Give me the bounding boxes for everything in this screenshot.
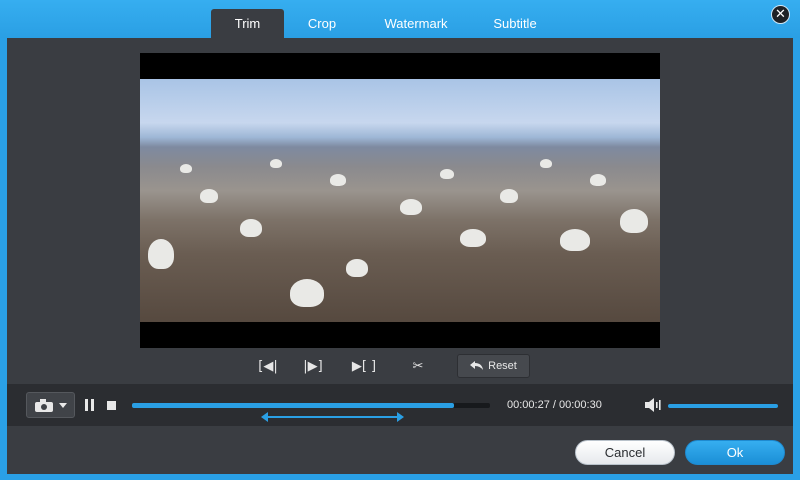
tab-watermark[interactable]: Watermark — [368, 9, 464, 38]
bird-shape — [270, 159, 282, 168]
set-end-button[interactable]: |▶] — [298, 354, 328, 378]
bird-shape — [560, 229, 590, 251]
bird-shape — [200, 189, 218, 203]
play-segment-button[interactable]: ▶[ ] — [346, 354, 382, 378]
video-frame-image — [140, 79, 660, 322]
bird-shape — [346, 259, 368, 277]
camera-icon — [34, 398, 53, 412]
bird-shape — [500, 189, 518, 203]
cut-icon[interactable]: ✂ — [405, 354, 431, 378]
trim-range-line — [264, 416, 401, 418]
tab-bar: Trim Crop Watermark Subtitle ✕ — [0, 0, 800, 38]
reset-label: Reset — [488, 360, 517, 372]
trim-end-handle[interactable] — [397, 412, 405, 422]
video-preview — [140, 53, 660, 348]
bird-shape — [180, 164, 192, 173]
stop-button[interactable] — [107, 401, 116, 410]
bird-shape — [460, 229, 486, 247]
snapshot-button[interactable] — [26, 392, 75, 418]
tab-trim[interactable]: Trim — [211, 9, 284, 38]
bird-shape — [290, 279, 324, 307]
bird-shape — [148, 239, 174, 269]
reset-button[interactable]: Reset — [457, 354, 530, 378]
volume-icon[interactable] — [645, 398, 663, 412]
trim-range-handles[interactable] — [260, 412, 405, 422]
bird-shape — [400, 199, 422, 215]
bird-shape — [540, 159, 552, 168]
chevron-down-icon — [58, 402, 67, 408]
tab-crop[interactable]: Crop — [286, 9, 358, 38]
bird-shape — [330, 174, 346, 186]
tab-subtitle[interactable]: Subtitle — [474, 9, 556, 38]
progress-bar[interactable] — [132, 403, 490, 408]
cancel-button[interactable]: Cancel — [575, 440, 675, 465]
trim-dialog: Trim Crop Watermark Subtitle ✕ [◀| |▶] ▶… — [0, 0, 800, 480]
dialog-footer — [7, 426, 793, 474]
volume-fill — [668, 404, 778, 408]
ok-button[interactable]: Ok — [685, 440, 785, 465]
bird-shape — [590, 174, 606, 186]
bird-shape — [440, 169, 454, 179]
undo-arrow-icon — [470, 361, 484, 370]
volume-slider[interactable] — [668, 404, 778, 408]
bird-shape — [620, 209, 648, 233]
bird-shape — [240, 219, 262, 237]
time-display: 00:00:27 / 00:00:30 — [507, 399, 602, 411]
set-start-button[interactable]: [◀| — [253, 354, 283, 378]
close-icon[interactable]: ✕ — [771, 5, 790, 24]
pause-button[interactable] — [84, 399, 96, 411]
progress-fill — [132, 403, 455, 408]
